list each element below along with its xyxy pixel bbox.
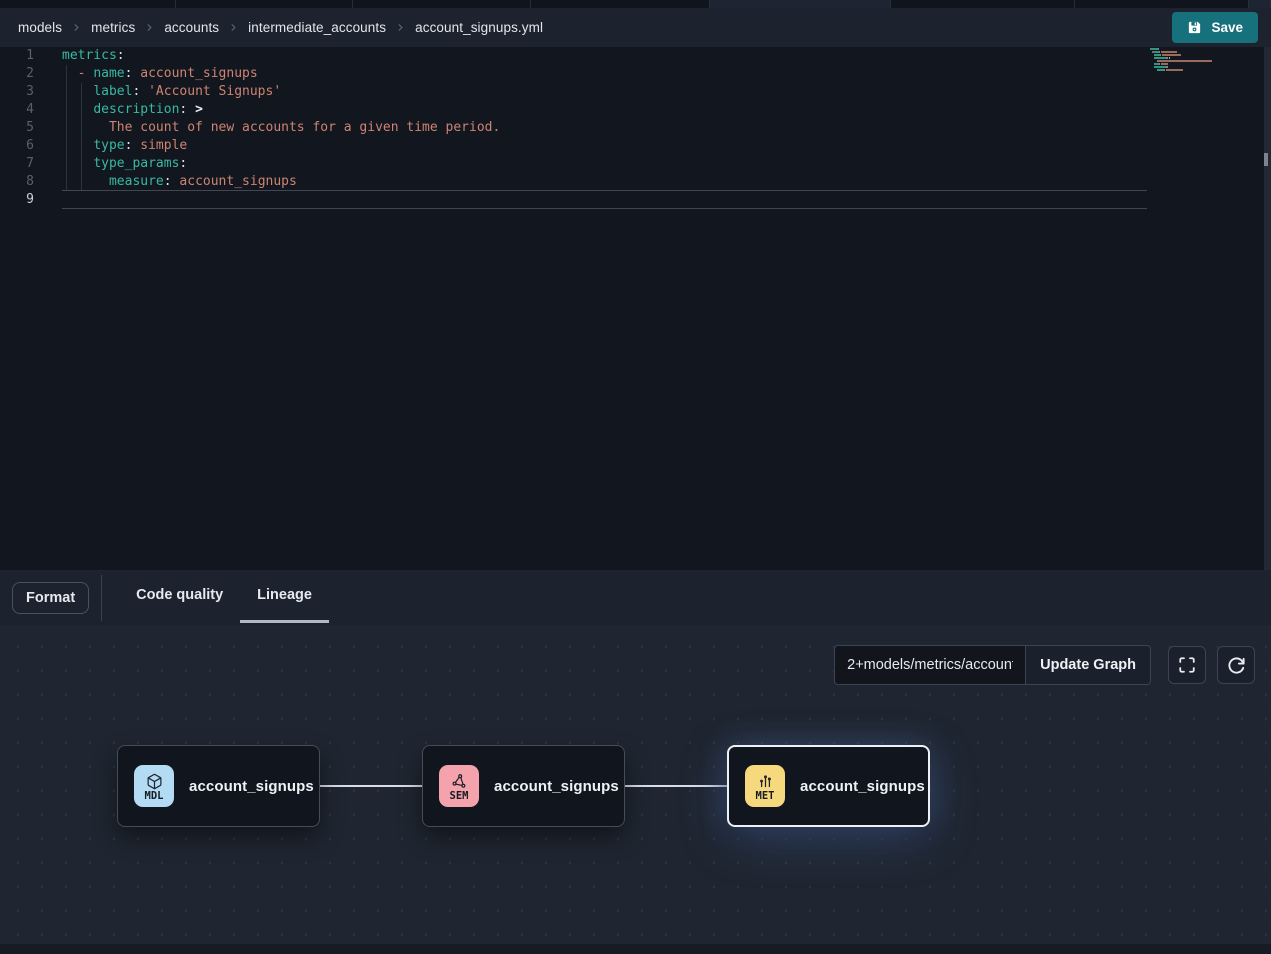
- chevron-right-icon: [228, 22, 239, 33]
- breadcrumb-item[interactable]: account_signups.yml: [415, 20, 543, 35]
- tab-code-quality[interactable]: Code quality: [119, 570, 240, 623]
- node-badge-label: SEM: [450, 790, 469, 802]
- minimap-line: [1150, 63, 1214, 65]
- line-number: 1: [0, 47, 34, 65]
- code-line: 8 measure: account_signups: [0, 173, 1271, 191]
- minimap-line: [1150, 57, 1214, 59]
- line-number: 3: [0, 83, 34, 101]
- line-number: 5: [0, 119, 34, 137]
- top-tab-segment[interactable]: [891, 0, 1075, 8]
- lineage-edge: [625, 785, 727, 787]
- minimap-line: [1150, 60, 1214, 62]
- bottom-panel: Format Code quality Lineage Update Graph: [0, 570, 1271, 954]
- indent-guide: [81, 83, 82, 191]
- update-graph-button[interactable]: Update Graph: [1026, 645, 1151, 685]
- top-tab-segment[interactable]: [353, 0, 531, 8]
- chevron-right-icon: [144, 22, 155, 33]
- node-label: account_signups: [494, 778, 619, 795]
- minimap-line: [1150, 48, 1214, 50]
- lineage-controls: Update Graph: [834, 645, 1255, 685]
- lineage-canvas[interactable]: Update Graph: [0, 625, 1271, 944]
- status-strip: [0, 944, 1271, 954]
- code-line: 4 description: >: [0, 101, 1271, 119]
- breadcrumb-item[interactable]: accounts: [164, 20, 219, 35]
- lineage-edge: [320, 785, 422, 787]
- tab-lineage[interactable]: Lineage: [240, 570, 329, 623]
- fullscreen-button[interactable]: [1168, 646, 1206, 684]
- lineage-node-met[interactable]: MET account_signups: [727, 745, 930, 827]
- fullscreen-icon: [1178, 656, 1196, 674]
- minimap-line: [1150, 69, 1214, 71]
- lineage-filter-input[interactable]: [834, 645, 1026, 685]
- line-number: 7: [0, 155, 34, 173]
- line-number: 4: [0, 101, 34, 119]
- code-line: 2 - name: account_signups: [0, 65, 1271, 83]
- breadcrumb-item[interactable]: models: [18, 20, 62, 35]
- minimap-line: [1150, 72, 1214, 74]
- current-line-border: [62, 208, 1147, 209]
- top-tab-segment[interactable]: [1075, 0, 1249, 8]
- lineage-node-sem[interactable]: SEM account_signups: [422, 745, 625, 827]
- indent-guide: [66, 65, 67, 191]
- line-number: 2: [0, 65, 34, 83]
- node-badge: MDL: [134, 765, 174, 807]
- chevron-right-icon: [71, 22, 82, 33]
- minimap-line: [1150, 54, 1214, 56]
- save-icon: [1187, 20, 1202, 35]
- top-tab-segment[interactable]: [710, 0, 891, 8]
- breadcrumb: models metrics accounts intermediate_accoun…: [18, 20, 543, 35]
- top-tab-segment[interactable]: [176, 0, 353, 8]
- minimap-line: [1150, 66, 1214, 68]
- code-editor[interactable]: 1metrics:2 - name: account_signups3 labe…: [0, 47, 1271, 570]
- code-line: 7 type_params:: [0, 155, 1271, 173]
- node-label: account_signups: [189, 778, 314, 795]
- breadcrumb-item[interactable]: intermediate_accounts: [248, 20, 386, 35]
- code-lines: 1metrics:2 - name: account_signups3 labe…: [0, 47, 1271, 209]
- save-button-label: Save: [1211, 20, 1243, 35]
- line-number: 9: [0, 191, 34, 209]
- breadcrumb-bar: models metrics accounts intermediate_accoun…: [0, 8, 1271, 47]
- line-number: 6: [0, 137, 34, 155]
- minimap-line: [1150, 51, 1214, 53]
- node-badge: SEM: [439, 765, 479, 807]
- code-line: 6 type: simple: [0, 137, 1271, 155]
- node-badge-label: MET: [756, 790, 775, 802]
- breadcrumb-item[interactable]: metrics: [91, 20, 135, 35]
- save-button[interactable]: Save: [1172, 12, 1258, 43]
- code-line: 9: [0, 191, 1271, 209]
- code-line: 3 label: 'Account Signups': [0, 83, 1271, 101]
- node-badge: MET: [745, 765, 785, 807]
- editor-scrollbar[interactable]: [1264, 47, 1271, 570]
- node-label: account_signups: [800, 778, 925, 795]
- metric-chart-icon: [757, 773, 774, 790]
- format-button[interactable]: Format: [12, 582, 89, 614]
- tab-bar-divider: [101, 575, 102, 621]
- refresh-button[interactable]: [1217, 646, 1255, 684]
- scrollbar-thumb[interactable]: [1264, 153, 1268, 166]
- node-badge-label: MDL: [145, 790, 164, 802]
- ide-window: models metrics accounts intermediate_accoun…: [0, 0, 1271, 954]
- panel-tabs: Code quality Lineage: [119, 570, 329, 625]
- line-number: 8: [0, 173, 34, 191]
- panel-tab-bar: Format Code quality Lineage: [0, 570, 1271, 625]
- top-tab-segment[interactable]: [0, 0, 176, 8]
- refresh-icon: [1227, 656, 1246, 675]
- semantic-graph-icon: [451, 773, 468, 790]
- chevron-right-icon: [395, 22, 406, 33]
- minimap[interactable]: [1150, 48, 1214, 75]
- code-line: 5 The count of new accounts for a given …: [0, 119, 1271, 137]
- code-line: 1metrics:: [0, 47, 1271, 65]
- lineage-node-mdl[interactable]: MDL account_signups: [117, 745, 320, 827]
- top-tab-segment[interactable]: [531, 0, 710, 8]
- cube-icon: [146, 773, 163, 790]
- current-line-border: [62, 190, 1147, 191]
- top-tab-segment[interactable]: [1249, 0, 1271, 8]
- top-tab-strip: [0, 0, 1271, 8]
